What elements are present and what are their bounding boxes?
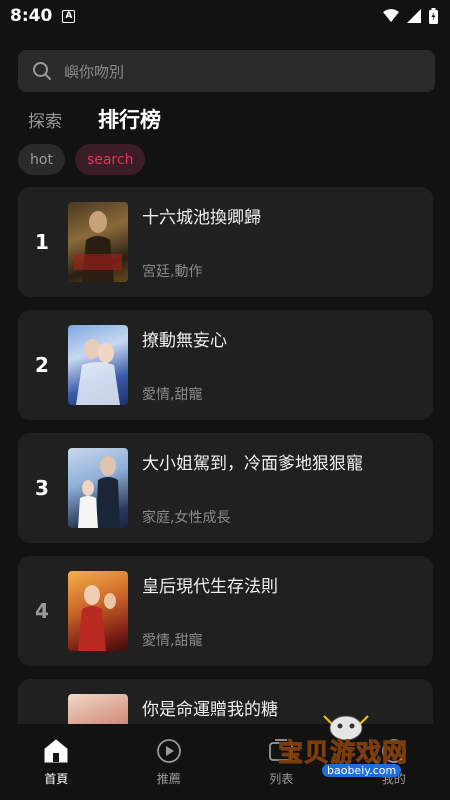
search-icon — [33, 62, 51, 80]
rank-number: 3 — [35, 476, 49, 500]
drama-title: 大小姐駕到，冷面爹地狠狠寵 — [142, 454, 363, 474]
drama-tags: 家庭,女性成長 — [142, 510, 231, 526]
status-icons — [383, 8, 438, 24]
ranking-card[interactable]: 3 大小姐駕到，冷面爹地狠狠寵 家庭,女性成長 — [18, 433, 433, 543]
top-tabs: 探索 排行榜 — [28, 104, 161, 134]
ranking-card[interactable]: 1 十六城池換卿歸 宮廷,動作 — [18, 187, 433, 297]
nav-label: 首頁 — [44, 772, 69, 786]
drama-tags: 宮廷,動作 — [142, 264, 203, 280]
drama-title: 皇后現代生存法則 — [142, 577, 278, 597]
filter-chips: hot search — [18, 144, 146, 175]
nav-label: 推薦 — [156, 772, 181, 786]
status-time: 8:40 — [10, 6, 53, 26]
tab-explore[interactable]: 探索 — [28, 107, 62, 132]
poster-image — [68, 202, 128, 282]
ranking-card[interactable]: 2 撩動無妄心 愛情,甜寵 — [18, 310, 433, 420]
drama-tags: 愛情,甜寵 — [142, 387, 203, 403]
chip-hot[interactable]: hot — [18, 144, 65, 175]
drama-title: 你是命運贈我的糖 — [142, 700, 278, 720]
watermark-url: baobeiy.com — [322, 764, 402, 777]
drama-title: 撩動無妄心 — [142, 331, 227, 351]
drama-tags: 愛情,甜寵 — [142, 633, 203, 649]
status-bar: 8:40 A — [0, 0, 450, 32]
search-input[interactable]: 嶼你吻別 — [64, 61, 124, 82]
chip-search[interactable]: search — [74, 144, 146, 175]
tab-ranking[interactable]: 排行榜 — [98, 104, 161, 134]
search-bar[interactable]: 嶼你吻別 — [18, 50, 435, 92]
nav-home[interactable]: 首頁 — [0, 724, 113, 800]
nav-recommend[interactable]: 推薦 — [113, 724, 226, 800]
notification-a-icon: A — [62, 9, 76, 23]
poster-image — [68, 571, 128, 651]
home-icon — [44, 739, 68, 763]
play-circle-icon — [156, 739, 181, 763]
nav-label: 列表 — [269, 772, 294, 786]
rank-number: 1 — [35, 230, 49, 254]
drama-title: 十六城池換卿歸 — [142, 208, 261, 228]
ranking-card[interactable]: 4 皇后現代生存法則 愛情,甜寵 — [18, 556, 433, 666]
poster-image — [68, 325, 128, 405]
rank-number: 4 — [35, 599, 49, 623]
battery-icon — [429, 8, 438, 24]
rank-number: 2 — [35, 353, 49, 377]
signal-icon — [407, 9, 421, 23]
poster-image — [68, 448, 128, 528]
wifi-icon — [383, 9, 399, 22]
